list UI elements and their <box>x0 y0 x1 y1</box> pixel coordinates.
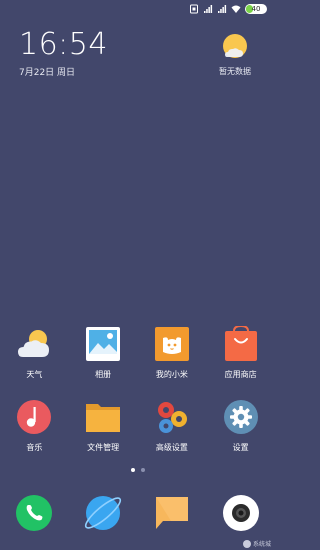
app-label: 应用商店 <box>224 370 257 379</box>
status-icons: 40 <box>189 3 267 15</box>
app-label: 天气 <box>26 370 43 379</box>
watermark-text: 系统城 <box>252 541 271 548</box>
page-dot-1[interactable] <box>130 468 135 472</box>
dock-browser[interactable] <box>69 494 138 532</box>
app-row-1: 天气 相册 我的小米 应用商店 <box>0 326 275 380</box>
page-dot-2[interactable] <box>140 468 145 472</box>
app-gallery[interactable]: 相册 <box>69 326 138 380</box>
messages-icon <box>155 497 188 529</box>
file-manager-icon <box>86 404 121 432</box>
phone-icon <box>16 495 53 531</box>
dock-camera[interactable] <box>206 494 275 532</box>
clock-widget[interactable]: 16:54 7月22日 周日 <box>19 27 108 78</box>
app-label: 相册 <box>95 370 112 379</box>
sim-card-icon <box>190 4 198 14</box>
dock <box>0 494 275 532</box>
sun-cloud-icon <box>223 34 247 58</box>
dock-phone[interactable] <box>0 494 69 532</box>
app-settings[interactable]: 设置 <box>206 399 275 453</box>
watermark: 系统城 <box>242 539 271 548</box>
app-label: 我的小米 <box>155 370 188 379</box>
mi-account-icon <box>154 327 189 361</box>
weather-widget[interactable]: 暂无数据 <box>207 31 263 77</box>
dock-messages[interactable] <box>138 494 207 532</box>
camera-icon <box>222 495 259 531</box>
clock-date: 7月22日 周日 <box>19 68 76 78</box>
app-advanced-settings[interactable]: 高级设置 <box>138 399 207 453</box>
app-file-manager[interactable]: 文件管理 <box>69 399 138 453</box>
app-store-icon <box>224 326 257 361</box>
signal-1-icon <box>204 5 213 13</box>
settings-icon <box>223 400 258 434</box>
app-store[interactable]: 应用商店 <box>206 326 275 380</box>
signal-2-icon <box>218 5 227 13</box>
music-icon <box>17 400 52 434</box>
battery-level: 40 <box>251 5 261 13</box>
app-mi-account[interactable]: 我的小米 <box>138 326 207 380</box>
app-label: 设置 <box>232 443 249 452</box>
page-indicator[interactable] <box>0 468 275 472</box>
app-music[interactable]: 音乐 <box>0 399 69 453</box>
watermark-logo-icon <box>242 539 251 548</box>
battery-icon: 40 <box>245 4 267 14</box>
weather-status: 暂无数据 <box>219 67 251 76</box>
app-weather[interactable]: 天气 <box>0 326 69 380</box>
app-label: 文件管理 <box>87 443 120 452</box>
app-row-2: 音乐 文件管理 高级设置 设置 <box>0 399 275 453</box>
weather-icon <box>18 330 50 357</box>
browser-icon <box>85 496 122 530</box>
clock-time: 16:54 <box>19 27 108 62</box>
wifi-icon <box>231 5 241 13</box>
app-label: 高级设置 <box>155 443 188 452</box>
app-label: 音乐 <box>26 443 43 452</box>
status-bar: 40 <box>0 0 275 18</box>
advanced-settings-icon <box>157 402 187 433</box>
gallery-icon <box>86 327 121 361</box>
